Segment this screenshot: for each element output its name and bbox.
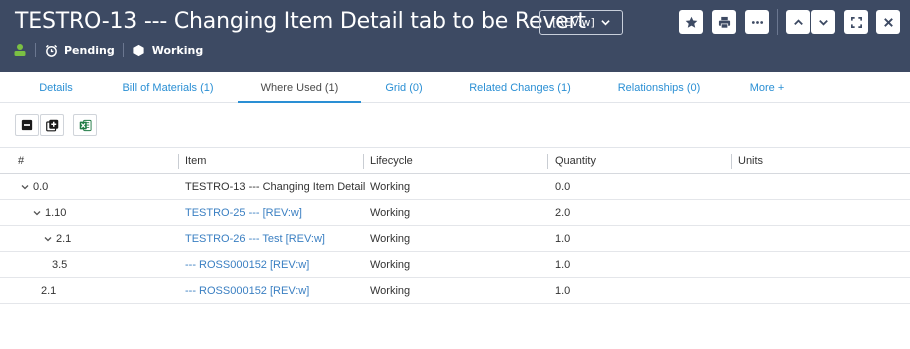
column-header-lifecycle[interactable]: Lifecycle bbox=[370, 148, 413, 174]
collapse-all-button[interactable] bbox=[15, 114, 39, 136]
page-title: TESTRO-13 --- Changing Item Detail tab t… bbox=[15, 9, 586, 34]
collapse-caret-icon[interactable] bbox=[33, 200, 43, 226]
divider bbox=[122, 43, 124, 57]
more-actions-button[interactable] bbox=[745, 10, 769, 34]
column-header-quantity[interactable]: Quantity bbox=[555, 148, 596, 174]
row-quantity: 0.0 bbox=[555, 181, 571, 193]
row-lifecycle: Working bbox=[370, 207, 411, 219]
row-quantity: 2.0 bbox=[555, 207, 571, 219]
row-number: 1.10 bbox=[45, 207, 67, 219]
table-row[interactable]: 1.10 TESTRO-25 --- [REV:w] Working 2.0 bbox=[0, 200, 910, 226]
row-quantity: 1.0 bbox=[555, 233, 571, 245]
export-excel-button[interactable] bbox=[73, 114, 97, 136]
tab-where-used[interactable]: Where Used (1) bbox=[238, 72, 361, 103]
revision-label: [REV:w] bbox=[552, 16, 595, 29]
chevron-down-icon bbox=[818, 19, 828, 26]
row-quantity: 1.0 bbox=[555, 259, 571, 271]
row-lifecycle: Working bbox=[370, 259, 411, 271]
expand-all-icon bbox=[45, 119, 58, 131]
column-divider[interactable] bbox=[363, 154, 364, 169]
column-header-units[interactable]: Units bbox=[738, 148, 763, 174]
table-header: # Item Lifecycle Quantity Units bbox=[0, 147, 910, 174]
lifecycle-state: Working bbox=[151, 43, 204, 57]
row-item: TESTRO-13 --- Changing Item Detail bbox=[185, 181, 366, 193]
chevron-up-icon bbox=[793, 18, 803, 25]
tab-grid[interactable]: Grid (0) bbox=[376, 72, 432, 103]
table-row[interactable]: 3.5 --- ROSS000152 [REV:w] Working 1.0 bbox=[0, 252, 910, 278]
row-number: 3.5 bbox=[52, 259, 68, 271]
tab-relationships[interactable]: Relationships (0) bbox=[608, 72, 710, 103]
star-icon bbox=[685, 16, 697, 28]
row-lifecycle: Working bbox=[370, 285, 411, 297]
alarm-clock-icon bbox=[44, 43, 58, 57]
divider bbox=[35, 43, 36, 57]
column-header-number[interactable]: # bbox=[18, 148, 24, 174]
tab-bar: Details Bill of Materials (1) Where Used… bbox=[0, 72, 910, 103]
column-header-item[interactable]: Item bbox=[185, 148, 206, 174]
row-quantity: 1.0 bbox=[555, 285, 571, 297]
table-row[interactable]: 2.1 --- ROSS000152 [REV:w] Working 1.0 bbox=[0, 278, 910, 304]
owner-icon[interactable] bbox=[13, 43, 27, 57]
close-button[interactable] bbox=[876, 10, 900, 34]
row-lifecycle: Working bbox=[370, 181, 411, 193]
close-icon bbox=[883, 17, 893, 27]
more-icon bbox=[751, 20, 763, 24]
workflow-status: Pending bbox=[64, 43, 115, 57]
fullscreen-button[interactable] bbox=[844, 10, 868, 34]
cube-icon bbox=[132, 43, 146, 57]
collapse-caret-icon[interactable] bbox=[21, 174, 31, 200]
excel-export-icon bbox=[79, 119, 92, 131]
revision-dropdown[interactable]: [REV:w] bbox=[539, 10, 623, 35]
tab-details[interactable]: Details bbox=[29, 72, 83, 103]
tab-bill-of-materials[interactable]: Bill of Materials (1) bbox=[112, 72, 224, 103]
row-item-link[interactable]: --- ROSS000152 [REV:w] bbox=[185, 278, 309, 304]
column-divider[interactable] bbox=[547, 154, 548, 169]
row-item-link[interactable]: --- ROSS000152 [REV:w] bbox=[185, 252, 309, 278]
divider bbox=[777, 9, 778, 35]
print-button[interactable] bbox=[712, 10, 736, 34]
chevron-down-icon bbox=[601, 20, 610, 26]
row-number: 2.1 bbox=[41, 285, 57, 297]
row-item-link[interactable]: TESTRO-26 --- Test [REV:w] bbox=[185, 226, 325, 252]
table-row[interactable]: 2.1 TESTRO-26 --- Test [REV:w] Working 1… bbox=[0, 226, 910, 252]
favorite-button[interactable] bbox=[679, 10, 703, 34]
print-icon bbox=[718, 16, 730, 28]
row-number: 0.0 bbox=[33, 181, 49, 193]
column-divider[interactable] bbox=[731, 154, 732, 169]
tab-more[interactable]: More + bbox=[740, 72, 794, 103]
tab-related-changes[interactable]: Related Changes (1) bbox=[462, 72, 578, 103]
previous-item-button[interactable] bbox=[786, 10, 810, 34]
table-row[interactable]: 0.0 TESTRO-13 --- Changing Item Detail W… bbox=[0, 174, 910, 200]
collapse-caret-icon[interactable] bbox=[44, 226, 54, 252]
expand-icon bbox=[850, 16, 862, 28]
collapse-all-icon bbox=[21, 119, 33, 131]
item-header: TESTRO-13 --- Changing Item Detail tab t… bbox=[0, 0, 910, 72]
column-divider[interactable] bbox=[178, 154, 179, 169]
next-item-button[interactable] bbox=[811, 10, 835, 34]
row-number: 2.1 bbox=[56, 233, 72, 245]
status-row: Pending Working bbox=[13, 41, 203, 59]
row-item-link[interactable]: TESTRO-25 --- [REV:w] bbox=[185, 200, 302, 226]
expand-all-button[interactable] bbox=[40, 114, 64, 136]
row-lifecycle: Working bbox=[370, 233, 411, 245]
